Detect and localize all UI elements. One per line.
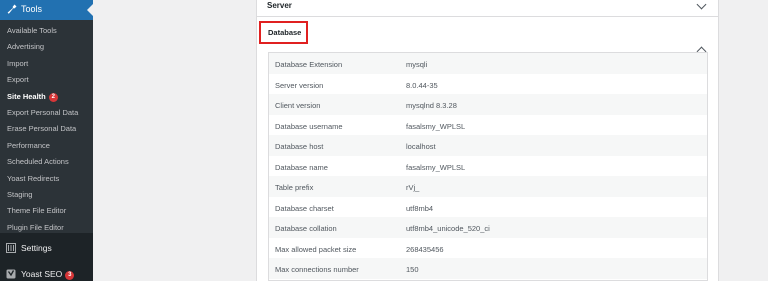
row-label: Server version [275, 80, 324, 90]
sidebar-item-label: Export Personal Data [7, 108, 79, 117]
sidebar-item-label: Plugin File Editor [7, 222, 64, 232]
sidebar-item-theme-file-editor[interactable]: Theme File Editor [7, 206, 66, 215]
row-value: fasalsmy_WPLSL [406, 162, 466, 172]
table-row: Database name fasalsmy_WPLSL [269, 156, 707, 177]
current-menu-arrow [87, 4, 93, 16]
row-label: Max connections number [275, 265, 359, 274]
accordion-server[interactable]: Server [257, 0, 718, 17]
row-value: 268435456 [406, 244, 444, 254]
sidebar-item-label: Scheduled Actions [7, 157, 69, 167]
admin-sidebar: Tools Available Tools Advertising Import Ex… [0, 0, 93, 281]
row-value: utf8mb4 [406, 203, 434, 213]
database-info-table: Database Extension mysqli Server version 8.… [268, 52, 708, 281]
row-label: Database name [275, 162, 328, 172]
row-value: 150 [406, 265, 419, 274]
sidebar-item-import[interactable]: Import [7, 59, 28, 68]
row-label: Database charset [275, 203, 334, 213]
row-label: Max allowed packet size [275, 244, 357, 254]
sidebar-item-label: Export [7, 75, 29, 85]
sidebar-item-export[interactable]: Export [7, 75, 29, 84]
sidebar-item-label: Theme File Editor [7, 206, 67, 216]
table-row: Max allowed packet size 268435456 [269, 238, 707, 259]
sidebar-item-label: Available Tools [7, 26, 57, 35]
row-label: Table prefix [275, 183, 314, 192]
sidebar-item-site-health[interactable]: Site Health 2 [7, 92, 58, 102]
table-row: Table prefix rVj_ [269, 176, 707, 197]
row-label: Database collation [275, 224, 337, 233]
table-row: Database collation utf8mb4_unicode_520_ci [269, 217, 707, 238]
row-value: rVj_ [406, 183, 420, 192]
notification-badge: 2 [48, 92, 58, 102]
table-row: Database username fasalsmy_WPLSL [269, 115, 707, 136]
sidebar-item-scheduled-actions[interactable]: Scheduled Actions [7, 157, 69, 166]
site-health-info-panel: Server Database Database Extension mysqli… [256, 0, 719, 281]
row-label: Database username [275, 121, 343, 131]
table-row: Server version 8.0.44-35 [269, 74, 707, 95]
sidebar-item-performance[interactable]: Performance [7, 141, 50, 150]
database-highlight-box: Database [259, 21, 308, 44]
row-value: mysqli [406, 60, 428, 69]
sidebar-item-plugin-file-editor[interactable]: Plugin File Editor [7, 223, 64, 232]
sidebar-item-yoast-seo[interactable]: Yoast SEO 3 [0, 263, 93, 281]
row-value: 8.0.44-35 [406, 80, 438, 90]
sidebar-item-advertising[interactable]: Advertising [7, 42, 44, 51]
sidebar-item-label: Staging [7, 190, 33, 199]
sidebar-item-settings[interactable]: Settings [0, 237, 93, 259]
sidebar-item-label: Settings [21, 243, 52, 253]
row-label: Database Extension [275, 60, 343, 69]
sidebar-item-yoast-redirects[interactable]: Yoast Redirects [7, 174, 59, 183]
sidebar-item-label: Yoast SEO 3 [21, 269, 75, 280]
sidebar-item-tools[interactable]: Tools [0, 0, 93, 20]
row-value: fasalsmy_WPLSL [406, 121, 466, 131]
tools-submenu: Available Tools Advertising Import Export Si… [0, 20, 93, 233]
sidebar-item-label: Import [7, 58, 29, 68]
row-label: Client version [275, 101, 321, 110]
yoast-icon [6, 269, 16, 279]
table-row: Database host localhost [269, 135, 707, 156]
row-value: utf8mb4_unicode_520_ci [406, 224, 490, 233]
sidebar-item-label: Performance [7, 140, 50, 150]
chevron-down-icon [696, 0, 707, 10]
table-row: Database Extension mysqli [269, 53, 707, 74]
table-row: Max connections number 150 [269, 258, 707, 279]
settings-icon [6, 243, 16, 253]
sidebar-item-label: Yoast Redirects [7, 173, 60, 183]
row-value: localhost [406, 142, 436, 151]
table-row: Client version mysqlnd 8.3.28 [269, 94, 707, 115]
sidebar-item-label: Advertising [7, 42, 45, 52]
accordion-database[interactable]: Database [257, 18, 718, 57]
wrench-icon [7, 4, 17, 14]
accordion-server-label: Server [267, 1, 292, 10]
sidebar-item-erase-personal-data[interactable]: Erase Personal Data [7, 124, 76, 133]
row-value: mysqlnd 8.3.28 [406, 101, 457, 110]
accordion-database-label: Database [268, 28, 302, 37]
sidebar-item-staging[interactable]: Staging [7, 190, 32, 199]
sidebar-item-label: Tools [21, 4, 43, 14]
notification-badge: 3 [65, 271, 75, 280]
sidebar-item-label: Erase Personal Data [7, 124, 77, 134]
table-row: Database charset utf8mb4 [269, 197, 707, 218]
sidebar-item-available-tools[interactable]: Available Tools [7, 26, 57, 35]
row-label: Database host [275, 142, 324, 151]
sidebar-item-label: Site Health [7, 91, 46, 101]
sidebar-item-export-personal-data[interactable]: Export Personal Data [7, 108, 78, 117]
